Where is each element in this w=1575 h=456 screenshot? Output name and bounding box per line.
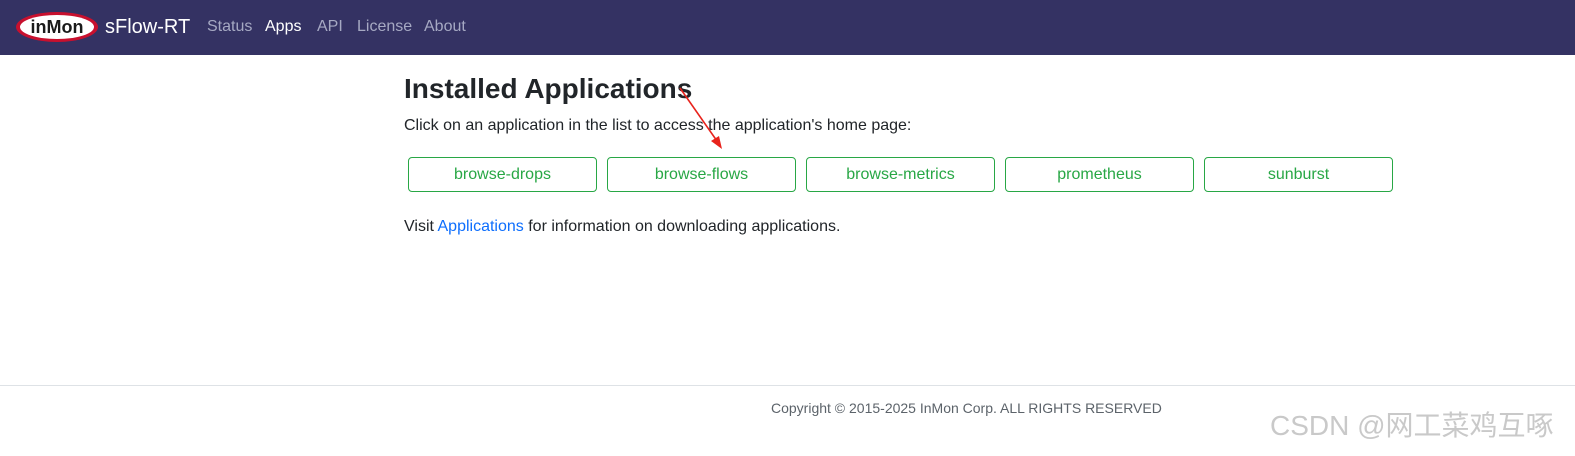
nav-apps[interactable]: Apps [265,17,301,37]
nav-license[interactable]: License [357,17,412,37]
navbar: inMon sFlow-RT Status Apps API License A… [0,0,1575,55]
app-button-browse-metrics[interactable]: browse-metrics [806,157,995,192]
app-button-browse-drops[interactable]: browse-drops [408,157,597,192]
nav-about[interactable]: About [424,17,466,37]
copyright-text: Copyright © 2015-2025 InMon Corp. ALL RI… [771,400,1162,416]
visit-suffix: for information on downloading applicati… [523,218,841,235]
app-button-sunburst[interactable]: sunburst [1204,157,1393,192]
nav-status[interactable]: Status [207,17,252,37]
app-button-prometheus[interactable]: prometheus [1005,157,1194,192]
watermark: CSDN @网工菜鸡互啄 [1270,410,1554,441]
intro-text: Click on an application in the list to a… [404,117,912,134]
nav-api[interactable]: API [317,17,343,37]
page-title: Installed Applications [404,73,693,104]
inmon-logo[interactable]: inMon [15,11,99,43]
applications-link[interactable]: Applications [438,218,524,235]
visit-text: Visit Applications for information on do… [404,217,840,237]
logo-text: inMon [31,17,84,37]
footer-divider [0,385,1575,386]
brand-name[interactable]: sFlow-RT [105,14,190,40]
app-button-browse-flows[interactable]: browse-flows [607,157,796,192]
visit-prefix: Visit [404,218,438,235]
